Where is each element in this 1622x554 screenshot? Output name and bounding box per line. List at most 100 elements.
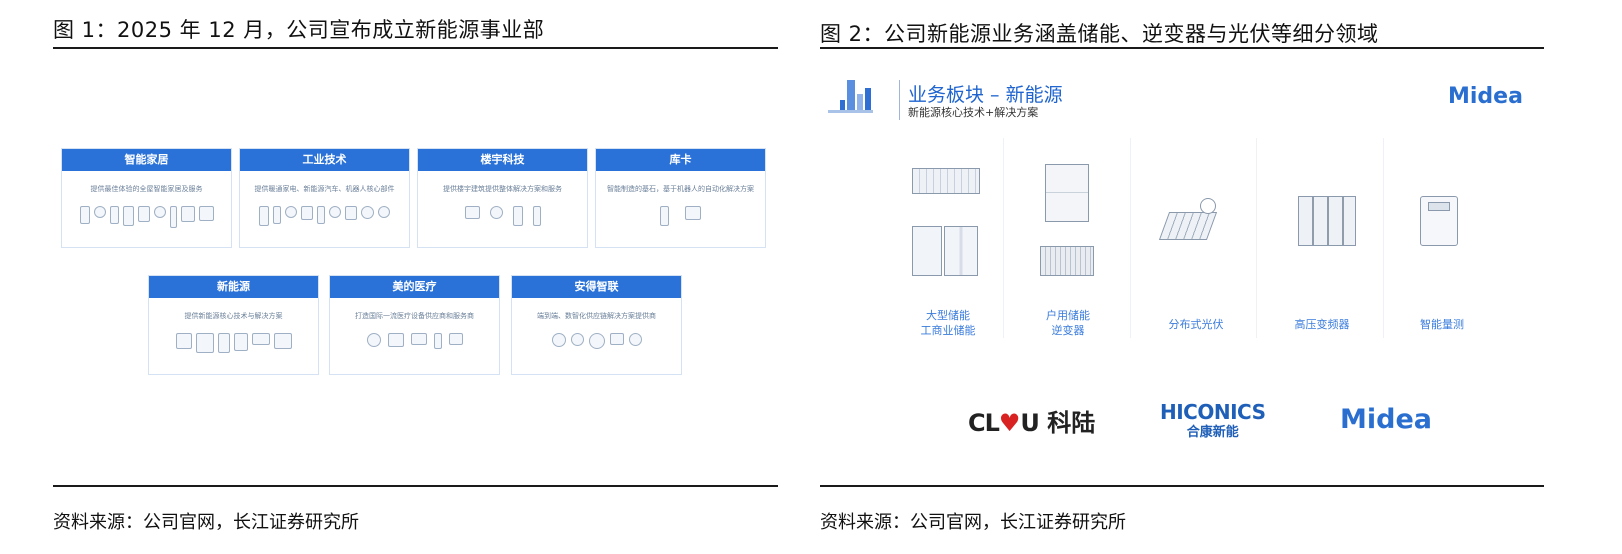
figure2-source: 资料来源：公司官网，长江证券研究所 [820,512,1126,533]
clou-kelu-logo: CL♥U 科陆 [968,403,1095,438]
building-icon [532,206,541,226]
component-icon [285,206,297,218]
card-title: 库卡 [596,149,765,171]
robot-icons [596,206,765,226]
medical-device-icon [387,333,404,347]
column-divider [1130,138,1131,338]
card-desc: 提供新能源核心技术与解决方案 [184,312,283,320]
appliance-icon [169,206,177,228]
appliance-icon [153,206,166,218]
medical-icons [330,333,499,349]
midea-logo-top: Midea [1448,84,1523,109]
storage-cabinet-icon [217,333,230,353]
storage-cabinet-icon [195,333,214,353]
section-subtitle: 新能源核心技术+解决方案 [908,106,1039,119]
component-icon [345,206,357,220]
card-title: 安得智联 [512,276,681,298]
card-midea-medical: 美的医疗 打造国际一流医疗设备供应商和服务商 [329,275,500,375]
component-icon [259,206,269,226]
midea-logo-bottom: Midea [1340,404,1432,435]
section-title: 业务板块 – 新能源 [908,84,1063,106]
hiconics-logo: HICONICS 合康新能 [1160,400,1266,440]
card-new-energy: 新能源 提供新能源核心技术与解决方案 [148,275,319,375]
card-desc: 提供楼宇建筑提供整体解决方案和服务 [443,185,562,193]
appliance-icon [198,206,214,221]
appliance-icon [93,206,106,218]
card-smart-home: 智能家居 提供最佳体验的全屋智能家居及服务 [61,148,232,248]
appliance-icon [180,206,195,222]
appliance-icon [79,206,90,224]
figure2-title: 图 2：公司新能源业务涵盖储能、逆变器与光伏等细分领域 [820,22,1379,46]
card-desc: 端到端、数智化供应链解决方案提供商 [537,312,656,320]
product-label-hv-inverter: 高压变频器 [1274,317,1370,332]
card-desc: 智能制造的基石，基于机器人的自动化解决方案 [607,185,754,193]
logistics-icon [570,333,584,346]
logistics-icon [628,333,642,346]
logistics-icon [609,333,624,345]
product-label-smart-meter: 智能量测 [1394,317,1490,332]
product-label-line: 分布式光伏 [1168,318,1224,331]
building-icon [512,206,523,226]
column-divider [1383,138,1384,338]
logistics-icon [588,333,605,349]
column-divider [1003,138,1004,338]
energy-icons [149,333,318,353]
clou-latin-text: CL [968,409,1000,437]
figure1-source: 资料来源：公司官网，长江证券研究所 [53,512,359,533]
figure1-title: 图 1：2025 年 12 月，公司宣布成立新能源事业部 [53,18,545,42]
clou-latin-text: U [1020,409,1039,437]
appliance-icon [122,206,134,226]
transformer-icon [273,333,292,349]
card-industrial-tech: 工业技术 提供暖通家电、新能源汽车、机器人核心部件 [239,148,410,248]
card-title: 新能源 [149,276,318,298]
building-icons [418,206,587,226]
card-desc: 提供暖通家电、新能源汽车、机器人核心部件 [254,185,395,193]
inverter-icon [233,333,248,351]
figure1-top-rule [53,47,778,49]
card-title: 美的医疗 [330,276,499,298]
card-desc: 打造国际一流医疗设备供应商和服务商 [355,312,474,320]
kelu-cn-text: 科陆 [1047,409,1096,437]
heart-icon: ♥ [998,409,1021,437]
component-icons [240,206,409,226]
figure2-top-rule [820,47,1544,49]
product-label-line: 户用储能 [1046,309,1090,322]
card-building-tech: 楼宇科技 提供楼宇建筑提供整体解决方案和服务 [417,148,588,248]
component-icon [329,206,341,218]
product-label-line: 智能量测 [1420,318,1464,331]
product-label-line: 逆变器 [1051,324,1085,337]
logistics-icons [512,333,681,349]
product-label-line: 高压变频器 [1294,318,1350,331]
medical-device-icon [448,333,463,345]
product-label-line: 大型储能 [926,309,970,322]
product-label-large-storage: 大型储能 工商业储能 [900,308,996,338]
card-kuka: 库卡 智能制造的基石，基于机器人的自动化解决方案 [595,148,766,248]
component-icon [301,206,313,220]
product-label-line: 工商业储能 [920,324,976,337]
figure1-bottom-rule [53,485,778,487]
card-title: 楼宇科技 [418,149,587,171]
solar-panel-icon [251,333,270,345]
medical-device-icon [433,333,442,349]
logistics-icon [551,333,566,347]
header-divider [899,80,900,120]
card-title: 工业技术 [240,149,409,171]
component-icon [273,206,281,224]
building-icon [489,206,503,219]
product-label-home-storage: 户用储能 逆变器 [1020,308,1116,338]
medical-device-icon [366,333,381,347]
component-icon [378,206,390,218]
column-divider [1256,138,1257,338]
building-icon [464,206,480,219]
figure2-bottom-rule [820,485,1544,487]
card-desc: 提供最佳体验的全屋智能家居及服务 [90,185,203,193]
robot-arm-icon [660,206,669,226]
card-annto: 安得智联 端到端、数智化供应链解决方案提供商 [511,275,682,375]
medical-device-icon [410,333,427,345]
appliance-icons [62,206,231,228]
appliance-icon [109,206,119,224]
card-title: 智能家居 [62,149,231,171]
product-label-distributed-pv: 分布式光伏 [1148,317,1244,332]
component-icon [361,206,374,219]
storage-cabinet-icon [175,333,192,349]
